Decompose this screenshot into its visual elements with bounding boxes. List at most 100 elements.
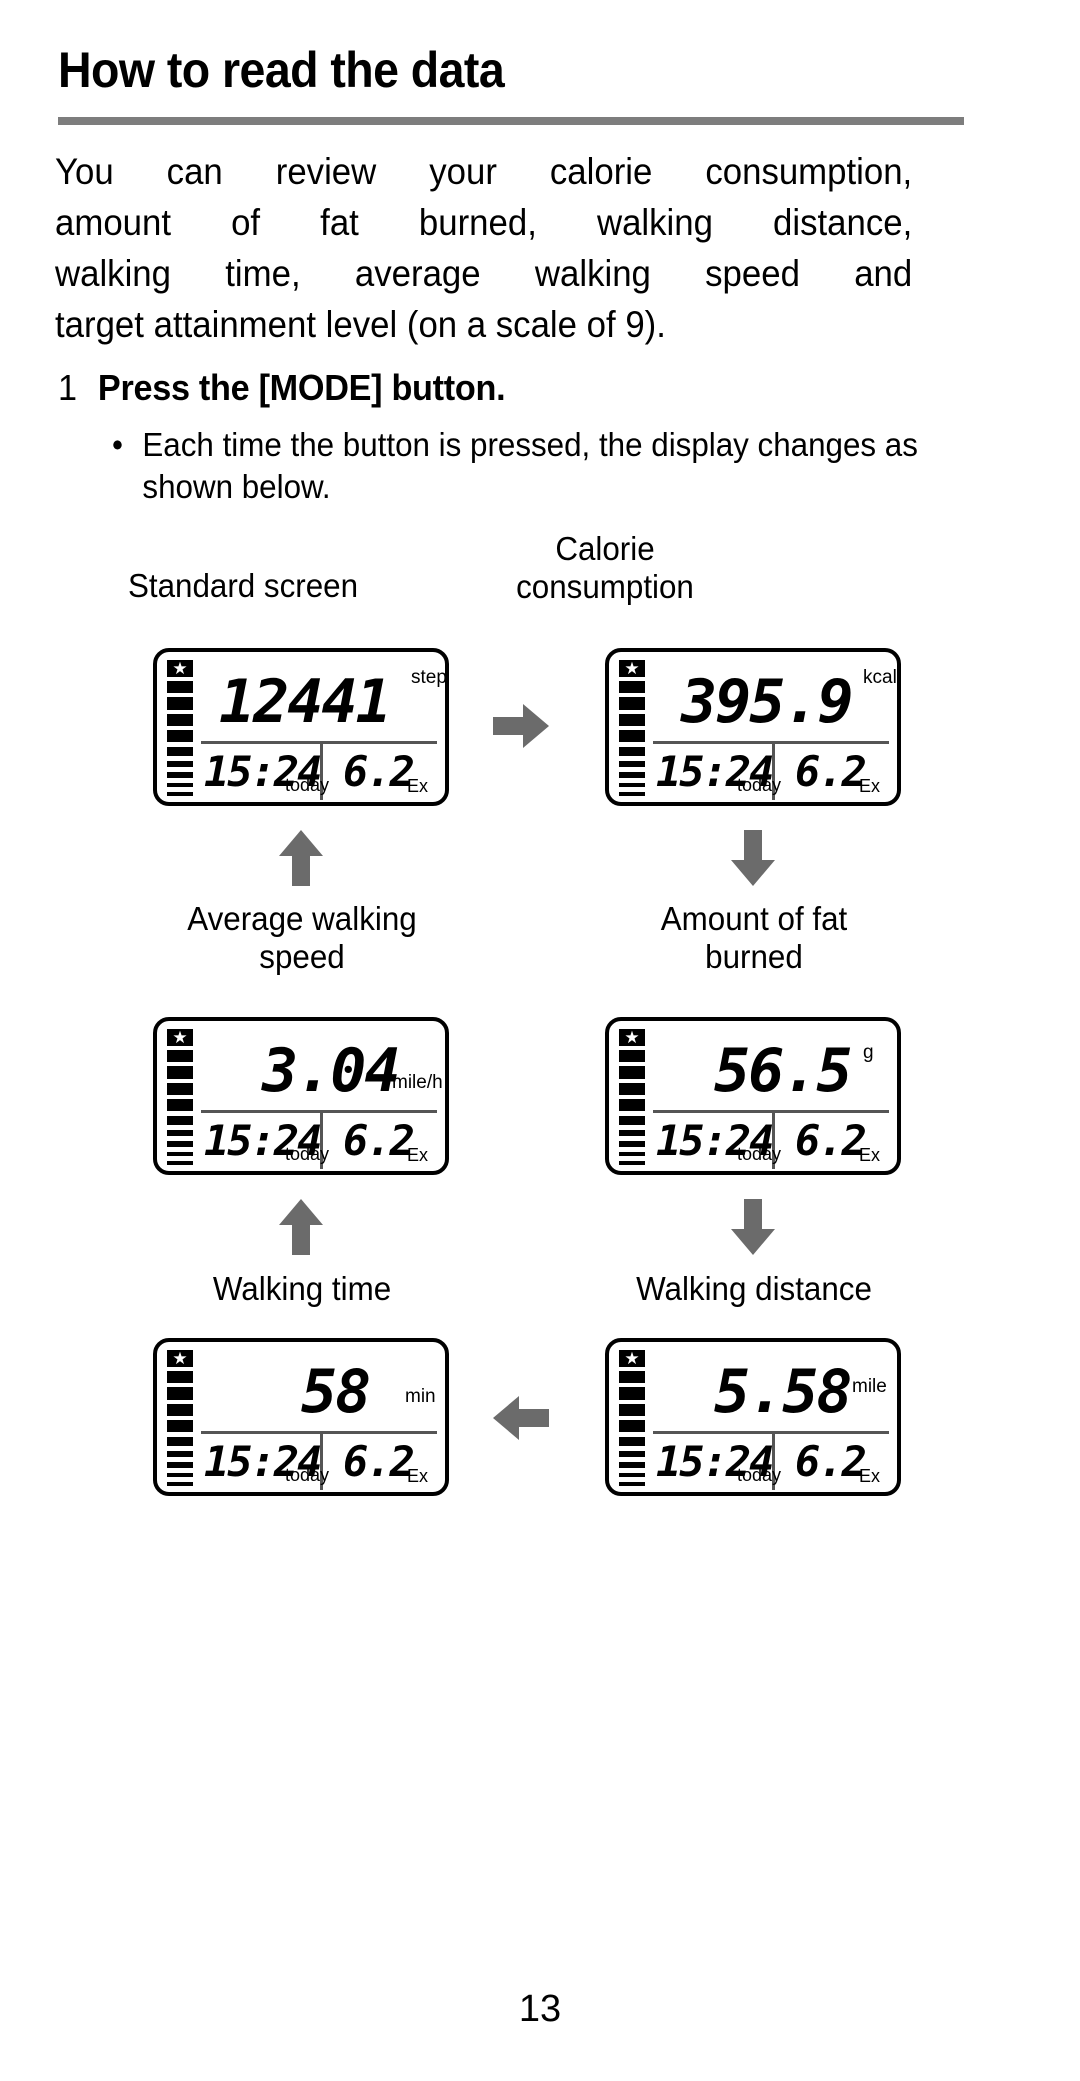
intro-paragraph: You can review your calorie consumption, amou… [55,146,912,350]
bargraph-segment [619,1141,645,1147]
bargraph-segment [167,713,193,727]
arrow-speed-to-standard [277,830,325,886]
bargraph-segment [167,1450,193,1458]
caption-calorie-line-2: consumption [516,568,694,605]
bargraph-segment [619,1371,645,1384]
bargraph-segment [167,1161,193,1165]
caption-walking-distance: Walking distance [636,1270,872,1307]
bargraph-segment [167,1371,193,1384]
arrow-distance-to-time [493,1394,549,1442]
main-value: 395.9 [681,667,854,737]
ex-value: 6.2 [343,1116,415,1165]
page-number: 13 [518,1988,562,2030]
bargraph-segment [167,747,193,756]
bullet-text: Each time the button is pressed, the dis… [142,426,918,505]
lcd-horizontal-divider [653,741,889,744]
target-level-bargraph: ★ [167,660,193,796]
average-walking-speed-screen: ★ 3.04 mile/h 15:24 today 6.2 Ex [153,1017,449,1175]
step-1-note: • Each time the button is pressed, the d… [112,424,948,508]
main-unit-label: kcal [863,667,897,688]
bargraph-segment [619,760,645,768]
bargraph-segment [167,1387,193,1400]
intro-line-1: You can review your calorie consumption, [55,151,913,192]
time-label: today [285,1144,330,1164]
time-label: today [737,1465,782,1485]
bargraph-segment [167,1099,193,1112]
main-unit-label: mile/h [392,1072,443,1093]
walking-distance-screen: ★ 5.58 mile 15:24 today 6.2 Ex [605,1338,901,1496]
bargraph-segment [619,1420,645,1433]
caption-fat-line-2: burned [705,938,803,975]
bargraph-segment [619,1450,645,1458]
main-unit-label: step [411,667,447,688]
standard-screen: ★ 12441 step 15:24 today 6.2 Ex [153,648,449,806]
bargraph-segment [167,681,193,694]
bargraph-segment [167,1082,193,1096]
caption-avg-speed-line-1: Average walking [187,900,417,937]
main-value: 12441 [219,667,392,737]
bargraph-segment [167,1116,193,1125]
star-icon: ★ [619,1350,645,1367]
bargraph-segment [619,1403,645,1417]
bargraph-segment [167,1151,193,1157]
ex-value: 6.2 [343,747,415,796]
calorie-consumption-screen: ★ 395.9 kcal 15:24 today 6.2 Ex [605,648,901,806]
bargraph-segment [619,772,645,778]
arrow-standard-to-calorie [493,702,549,750]
bargraph-segment [619,1151,645,1157]
bargraph-segment [619,782,645,788]
amount-of-fat-burned-screen: ★ 56.5 g 15:24 today 6.2 Ex [605,1017,901,1175]
caption-avg-speed-line-2: speed [259,938,345,975]
ex-label: Ex [407,1466,429,1486]
ex-label: Ex [859,1145,881,1165]
caption-standard-screen: Standard screen [127,567,359,604]
bargraph-segment [619,1462,645,1468]
bargraph-segment [167,782,193,788]
bargraph-segment [167,772,193,778]
ex-label: Ex [407,776,429,796]
bargraph-segment [619,1099,645,1112]
time-label: today [285,775,330,795]
manual-page: How to read the data You can review your cal… [0,0,1080,2081]
bargraph-segment [167,1482,193,1486]
step-1: 1 Press the [MODE] button. [58,367,932,409]
target-level-bargraph: ★ [167,1350,193,1486]
star-icon: ★ [167,1029,193,1046]
target-level-bargraph: ★ [619,1350,645,1486]
main-value: 5.58 [714,1357,852,1427]
star-icon: ★ [167,660,193,677]
lcd-horizontal-divider [201,741,437,744]
ex-label: Ex [407,1145,429,1165]
ex-label: Ex [859,1466,881,1486]
arrow-fat-to-distance [729,1199,777,1255]
arrow-time-to-speed [277,1199,325,1255]
bargraph-segment [167,1403,193,1417]
bargraph-segment [619,1082,645,1096]
lcd-horizontal-divider [653,1431,889,1434]
bargraph-segment [619,747,645,756]
bargraph-segment [167,1420,193,1433]
bullet-marker-icon: • [112,426,123,463]
bargraph-segment [619,1472,645,1478]
title-underline-rule [58,117,964,125]
lcd-horizontal-divider [653,1110,889,1113]
bargraph-segment [167,730,193,743]
target-level-bargraph: ★ [619,1029,645,1165]
main-value: 56.5 [714,1036,852,1106]
intro-line-4: target attainment level (on a scale of 9… [55,304,666,345]
time-label: today [737,1144,782,1164]
target-level-bargraph: ★ [619,660,645,796]
caption-average-walking-speed: Average walking speed [127,900,477,976]
bargraph-segment [619,1437,645,1446]
bargraph-segment [619,1050,645,1063]
ex-label: Ex [859,776,881,796]
star-icon: ★ [167,1350,193,1367]
bargraph-segment [619,681,645,694]
main-value: 3.04 [262,1036,400,1106]
main-unit-label: mile [852,1376,887,1397]
caption-walking-time: Walking time [212,1270,392,1307]
ex-value: 6.2 [795,1116,867,1165]
arrow-calorie-to-fat [729,830,777,886]
bargraph-segment [619,1482,645,1486]
star-icon: ★ [619,1029,645,1046]
